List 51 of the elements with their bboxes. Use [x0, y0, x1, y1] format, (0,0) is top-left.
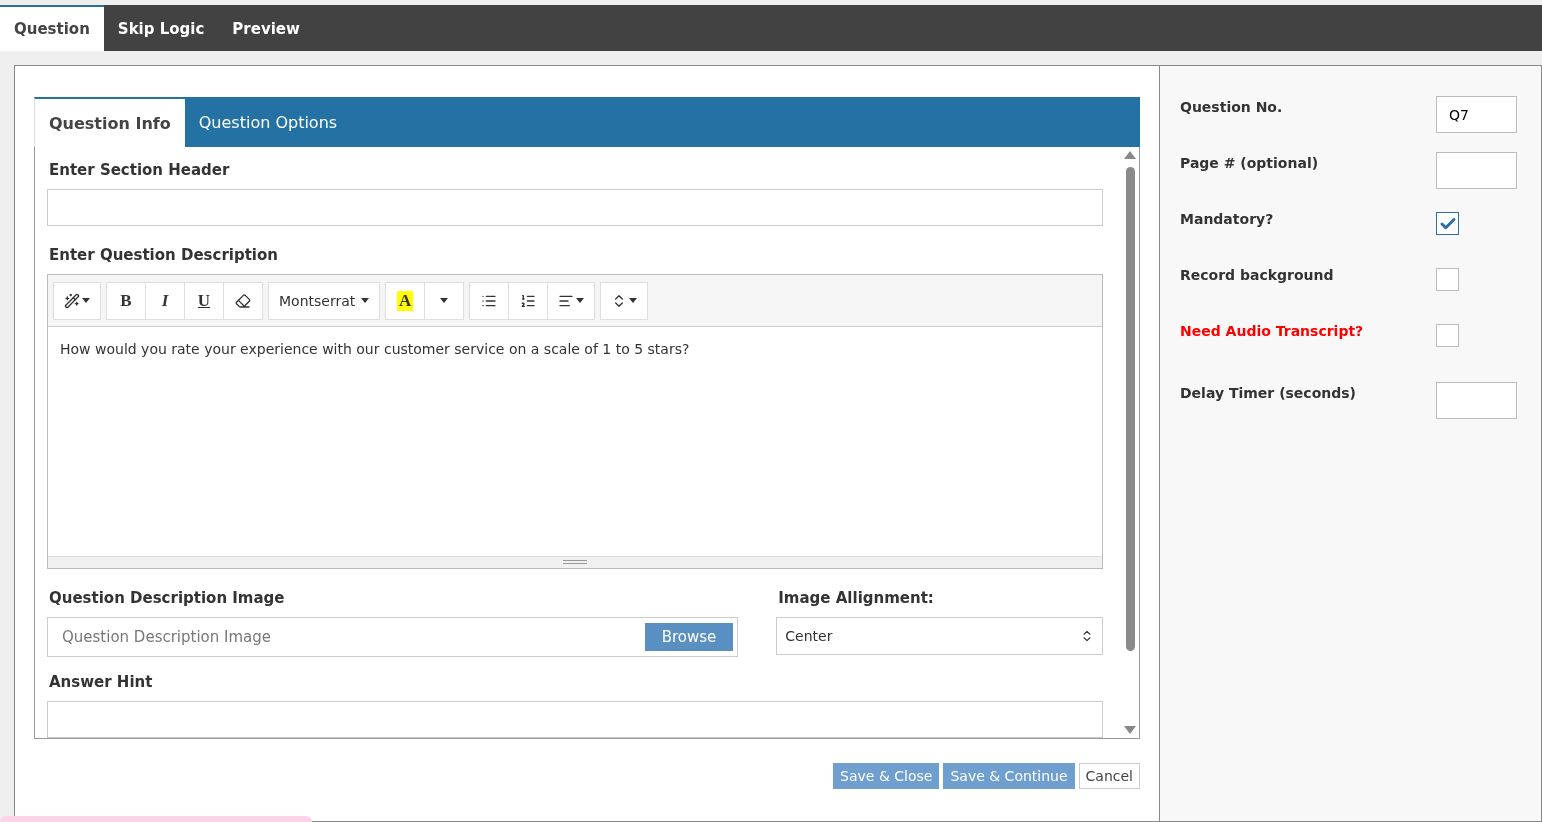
setting-label: Page # (optional)	[1180, 154, 1319, 173]
toolbar-button[interactable]	[469, 281, 510, 320]
field-label: Image Allignment:	[778, 588, 935, 607]
question-text: How would you rate your experience with our customer service on a scale of 1 to 5 stars?	[59, 340, 691, 360]
section-header-field[interactable]	[47, 189, 1103, 227]
alignment-select[interactable]: Center	[776, 616, 1103, 655]
tab[interactable]: Skip Logic	[103, 5, 219, 51]
caret-icon	[82, 298, 90, 304]
scroll-down-icon[interactable]	[1124, 726, 1136, 734]
caret-icon	[629, 298, 638, 304]
scroll-thumb[interactable]	[1125, 167, 1135, 651]
tab[interactable]: Question Info	[34, 97, 185, 147]
tab[interactable]: Preview	[218, 5, 314, 51]
caret-icon	[361, 298, 370, 304]
field-label: Enter Question Description	[49, 246, 279, 265]
scroll-up-icon[interactable]	[1124, 151, 1136, 159]
format-button[interactable]: A	[385, 281, 426, 320]
field-label: Question Description Image	[49, 588, 286, 607]
checkbox[interactable]	[1436, 324, 1459, 347]
magic-wand-icon	[64, 292, 80, 309]
numbered-list-icon	[520, 292, 537, 309]
checkbox[interactable]	[1436, 268, 1459, 291]
toolbar-button[interactable]	[547, 281, 596, 320]
format-button[interactable]: I	[145, 281, 185, 320]
caret-icon	[440, 298, 449, 304]
toolbar-button[interactable]	[508, 281, 549, 320]
format-button[interactable]: U	[184, 281, 224, 320]
setting-field[interactable]	[1436, 152, 1517, 189]
setting-label: Delay Timer (seconds)	[1180, 384, 1356, 403]
font-dropdown[interactable]: Montserrat	[268, 281, 381, 320]
eraser-icon	[235, 292, 251, 309]
action-button[interactable]: Cancel	[1078, 763, 1140, 789]
toolbar-button[interactable]	[223, 281, 263, 320]
checkbox[interactable]	[1436, 212, 1459, 235]
field-label: Answer Hint	[49, 672, 154, 691]
format-button[interactable]: B	[106, 281, 146, 320]
answer-hint-field[interactable]	[47, 700, 1103, 738]
tab[interactable]: Question Options	[184, 97, 352, 147]
setting-field[interactable]: Q7	[1436, 96, 1517, 133]
grip-icon	[563, 560, 587, 565]
toolbar-button[interactable]	[600, 281, 649, 320]
rich-text-editor[interactable]: B I U Montserrat A How would you rate your experience with our customer service on a scale of 1 to 5 stars?	[47, 274, 1103, 569]
setting-label: Need Audio Transcript?	[1180, 322, 1364, 341]
toolbar-button[interactable]	[53, 281, 101, 320]
caret-icon	[576, 298, 585, 304]
setting-field[interactable]	[1436, 382, 1517, 419]
tab[interactable]: Question	[0, 5, 104, 51]
setting-label: Record background	[1180, 266, 1334, 285]
field-label: Enter Section Header	[49, 161, 231, 179]
setting-label: Question No.	[1180, 98, 1283, 117]
setting-label: Mandatory?	[1180, 210, 1274, 229]
